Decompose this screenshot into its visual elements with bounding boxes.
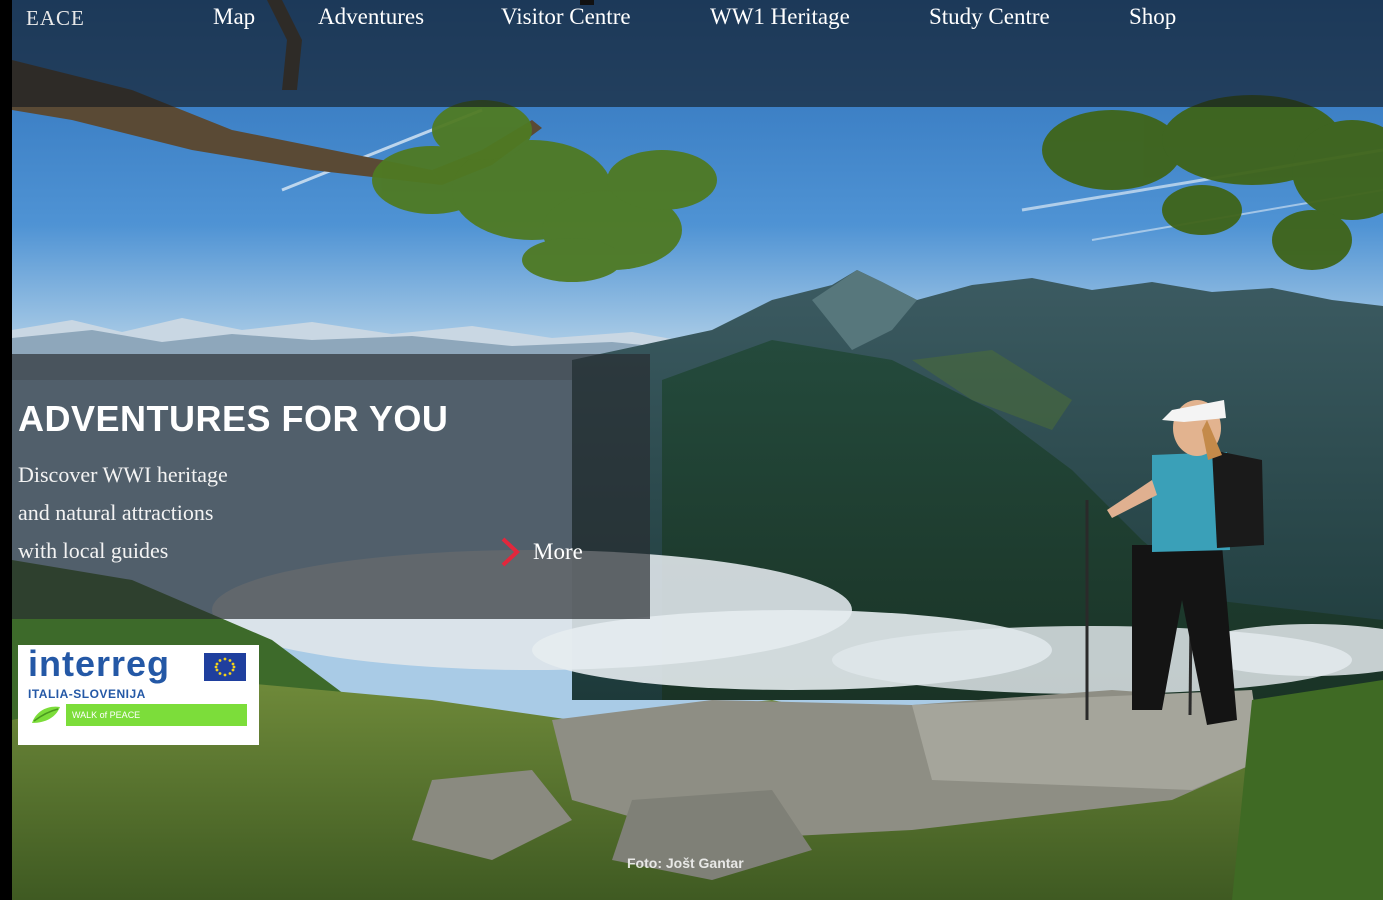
leaf-icon <box>32 706 60 723</box>
promo-line-1: Discover WWI heritage <box>18 462 228 487</box>
nav-item-visitor-centre[interactable]: Visitor Centre <box>501 4 631 30</box>
promo-line-2: and natural attractions <box>18 500 214 525</box>
promo-title: ADVENTURES FOR YOU <box>18 398 449 439</box>
project-name: WALK of PEACE <box>72 710 141 720</box>
nav-item-ww1-heritage[interactable]: WW1 Heritage <box>710 4 850 30</box>
more-label: More <box>533 539 583 564</box>
adventures-promo-panel: ADVENTURES FOR YOU Discover WWI heritage… <box>12 354 650 619</box>
project-name-bar: WALK of PEACE <box>66 704 247 726</box>
promo-line-3: with local guides <box>18 538 169 563</box>
photo-credit: Foto: Jošt Gantar <box>627 855 744 871</box>
site-brand[interactable]: EACE <box>26 6 85 31</box>
chevron-right-icon <box>501 537 520 567</box>
nav-item-map[interactable]: Map <box>213 4 255 30</box>
page: EACE Map Adventures Visitor Centre WW1 H… <box>0 0 1383 900</box>
interreg-subtitle: ITALIA-SLOVENIJA <box>28 687 146 701</box>
nav-active-indicator <box>580 0 594 5</box>
eu-flag-icon <box>204 653 246 681</box>
nav-item-study-centre[interactable]: Study Centre <box>929 4 1050 30</box>
more-link[interactable]: More <box>497 536 583 568</box>
nav-item-adventures[interactable]: Adventures <box>318 4 424 30</box>
interreg-wordmark: interreg <box>28 643 171 684</box>
interreg-logo[interactable]: interreg ITALIA-SLOVENIJA WALK of PEACE <box>18 643 259 745</box>
top-navigation-bar: EACE Map Adventures Visitor Centre WW1 H… <box>12 0 1383 107</box>
nav-item-shop[interactable]: Shop <box>1129 4 1176 30</box>
